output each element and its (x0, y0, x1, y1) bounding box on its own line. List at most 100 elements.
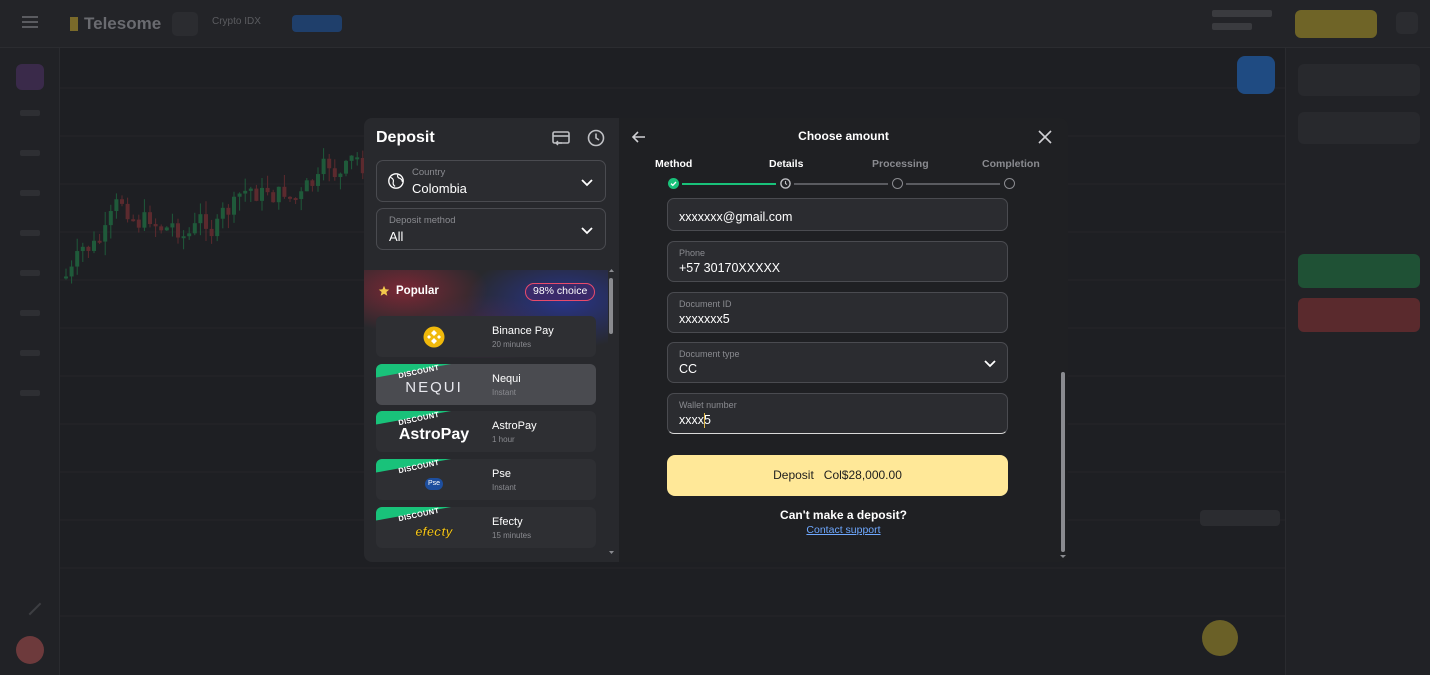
globe-icon (388, 173, 404, 189)
method-card-nequi[interactable]: NEQUI DISCOUNT Nequi Instant (376, 364, 596, 405)
candle-body (148, 212, 152, 225)
scrollbar-thumb[interactable] (1061, 372, 1065, 552)
candle-body (243, 190, 248, 194)
method-time: 1 hour (492, 435, 515, 444)
candle-body (248, 188, 253, 191)
star-icon (378, 285, 390, 296)
step-done-icon (668, 178, 679, 189)
candle-body (344, 160, 348, 174)
menu-icon[interactable] (22, 16, 38, 28)
candle-body (293, 198, 298, 201)
step-details: Details (769, 158, 804, 170)
candle-body (215, 218, 220, 237)
flag-icon[interactable] (16, 64, 44, 90)
document-id-field[interactable]: Document ID xxxxxxx5 (667, 292, 1008, 333)
candle-body (276, 186, 281, 203)
balance[interactable] (1212, 10, 1282, 38)
binance-icon (423, 326, 445, 347)
country-value: Colombia (412, 181, 467, 196)
methods-scrollbar[interactable] (609, 268, 614, 558)
candle-body (69, 266, 74, 277)
candle-body (120, 199, 124, 204)
candle-body (92, 240, 96, 251)
wallet-number-field[interactable]: Wallet number xxxx5 (667, 393, 1008, 434)
wallet-value: xxxx5 (679, 413, 711, 427)
candle-body (327, 158, 332, 169)
draw-icon[interactable] (18, 592, 42, 616)
method-card-efecty[interactable]: efecty DISCOUNT Efecty 15 minutes (376, 507, 596, 548)
help-button[interactable] (1202, 620, 1238, 656)
step-processing: Processing (872, 158, 929, 170)
close-icon[interactable] (1037, 129, 1053, 145)
candle-body (108, 211, 113, 226)
country-select[interactable]: Country Colombia (376, 160, 606, 202)
choose-amount-panel: Choose amount Method Details Processing … (619, 118, 1068, 562)
candle-body (181, 236, 186, 239)
deposit-top-button[interactable] (1295, 10, 1377, 38)
popular-heading: Popular (378, 285, 439, 297)
method-time: 20 minutes (492, 340, 532, 349)
candle-body (349, 155, 354, 161)
add-tab-button[interactable] (172, 12, 198, 36)
candle-body (316, 174, 320, 186)
email-field[interactable]: xxxxxxx@gmail.com (667, 198, 1008, 231)
step-todo-icon (1004, 178, 1015, 189)
expand-button[interactable] (1237, 56, 1275, 94)
candle-body (131, 219, 136, 222)
scroll-down-icon[interactable] (609, 550, 614, 555)
document-type-select[interactable]: Document type CC (667, 342, 1008, 383)
candle-body (164, 227, 169, 231)
method-time: Instant (492, 388, 517, 397)
asset-pair[interactable]: Crypto IDX (212, 16, 261, 27)
scroll-up-icon[interactable] (609, 268, 614, 273)
candle-body (254, 188, 259, 201)
step-todo-icon (892, 178, 903, 189)
binance-logo (376, 316, 492, 357)
wallet-label: Wallet number (679, 400, 737, 410)
method-card-binance[interactable]: Binance Pay 20 minutes (376, 316, 596, 357)
candle-body (198, 214, 203, 224)
candle-body (232, 196, 236, 215)
document-type-label: Document type (679, 349, 740, 359)
candle-body (153, 224, 158, 227)
candle-body (265, 187, 270, 193)
method-card-astropay[interactable]: AstroPay DISCOUNT AstroPay 1 hour (376, 411, 596, 452)
phone-field[interactable]: Phone +57 30170XXXXX (667, 241, 1008, 282)
phone-label: Phone (679, 248, 706, 258)
deposit-method-select[interactable]: Deposit method All (376, 208, 606, 250)
up-button[interactable] (1298, 254, 1420, 288)
form-scrollbar[interactable] (1060, 202, 1066, 560)
candle-body (271, 192, 276, 203)
amount-input[interactable] (1298, 112, 1420, 144)
contact-support-link[interactable]: Contact support (619, 524, 1068, 536)
candle-body (136, 219, 141, 228)
scrollbar-thumb[interactable] (609, 278, 613, 334)
method-name: Binance Pay (492, 325, 554, 337)
document-type-value: CC (679, 362, 698, 376)
candle-body (142, 212, 147, 228)
method-value: All (389, 229, 404, 244)
candle-body (237, 193, 242, 197)
method-card-pse[interactable]: Pse DISCOUNT Pse Instant (376, 459, 596, 500)
chevron-down-icon (581, 227, 593, 235)
deposit-title: Deposit (376, 129, 435, 146)
candle-body (97, 240, 102, 243)
candle-body (86, 246, 91, 251)
down-button[interactable] (1298, 298, 1420, 332)
card-transfer-icon[interactable] (551, 128, 571, 148)
candle-body (192, 223, 197, 234)
profile-icon[interactable] (1396, 12, 1418, 34)
avatar[interactable] (16, 636, 44, 664)
history-icon[interactable] (586, 128, 606, 148)
scroll-down-icon[interactable] (1060, 554, 1066, 559)
candle-body (159, 226, 164, 231)
candle-body (332, 168, 337, 178)
candle-body (176, 223, 180, 238)
time-input[interactable] (1298, 64, 1420, 96)
phone-value: +57 30170XXXXX (679, 261, 781, 275)
document-id-label: Document ID (679, 299, 732, 309)
top-bar: Telesome Crypto IDX (0, 0, 1430, 48)
deposit-button[interactable]: Deposit Col$28,000.00 (667, 455, 1008, 496)
app-logo: Telesome (70, 14, 161, 34)
document-id-value: xxxxxxx5 (679, 312, 730, 326)
